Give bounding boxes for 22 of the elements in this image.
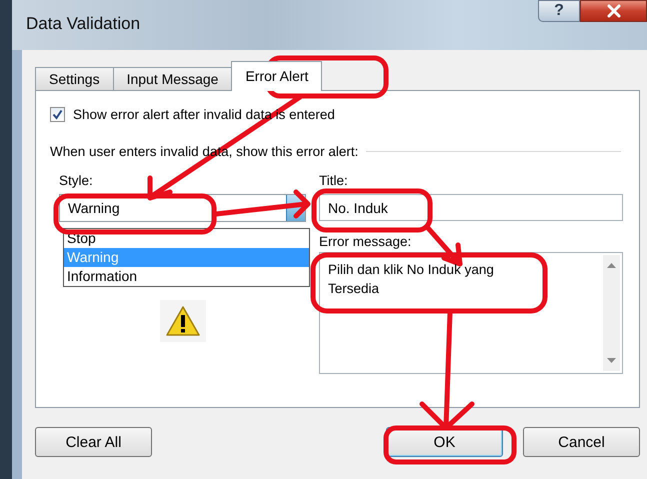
- checkbox[interactable]: [50, 107, 65, 122]
- style-dropdown[interactable]: Warning: [59, 194, 306, 222]
- title-label: Title:: [319, 173, 349, 188]
- close-icon: [606, 4, 622, 18]
- help-button[interactable]: ?: [538, 0, 580, 22]
- warning-icon: [160, 300, 206, 342]
- tab[interactable]: Settings: [35, 67, 114, 90]
- tab[interactable]: Input Message: [112, 67, 232, 90]
- dialog-button[interactable]: Clear All: [35, 427, 152, 457]
- error-message-label: Error message:: [319, 234, 412, 249]
- style-label: Style:: [59, 173, 94, 188]
- scroll-down-icon[interactable]: [607, 358, 616, 363]
- window-title: Data Validation: [26, 14, 140, 34]
- dialog-button[interactable]: Cancel: [523, 427, 640, 457]
- close-button[interactable]: [580, 0, 647, 22]
- dropdown-option[interactable]: Information: [64, 267, 309, 286]
- scrollbar[interactable]: [603, 255, 620, 371]
- error-message-field[interactable]: Pilih dan klik No Induk yang Tersedia: [319, 252, 623, 374]
- scroll-up-icon[interactable]: [607, 263, 616, 268]
- title-field[interactable]: No. Induk: [319, 194, 623, 221]
- tab[interactable]: Error Alert: [231, 61, 322, 91]
- error-message-text: Pilih dan klik No Induk yang Tersedia: [328, 261, 495, 298]
